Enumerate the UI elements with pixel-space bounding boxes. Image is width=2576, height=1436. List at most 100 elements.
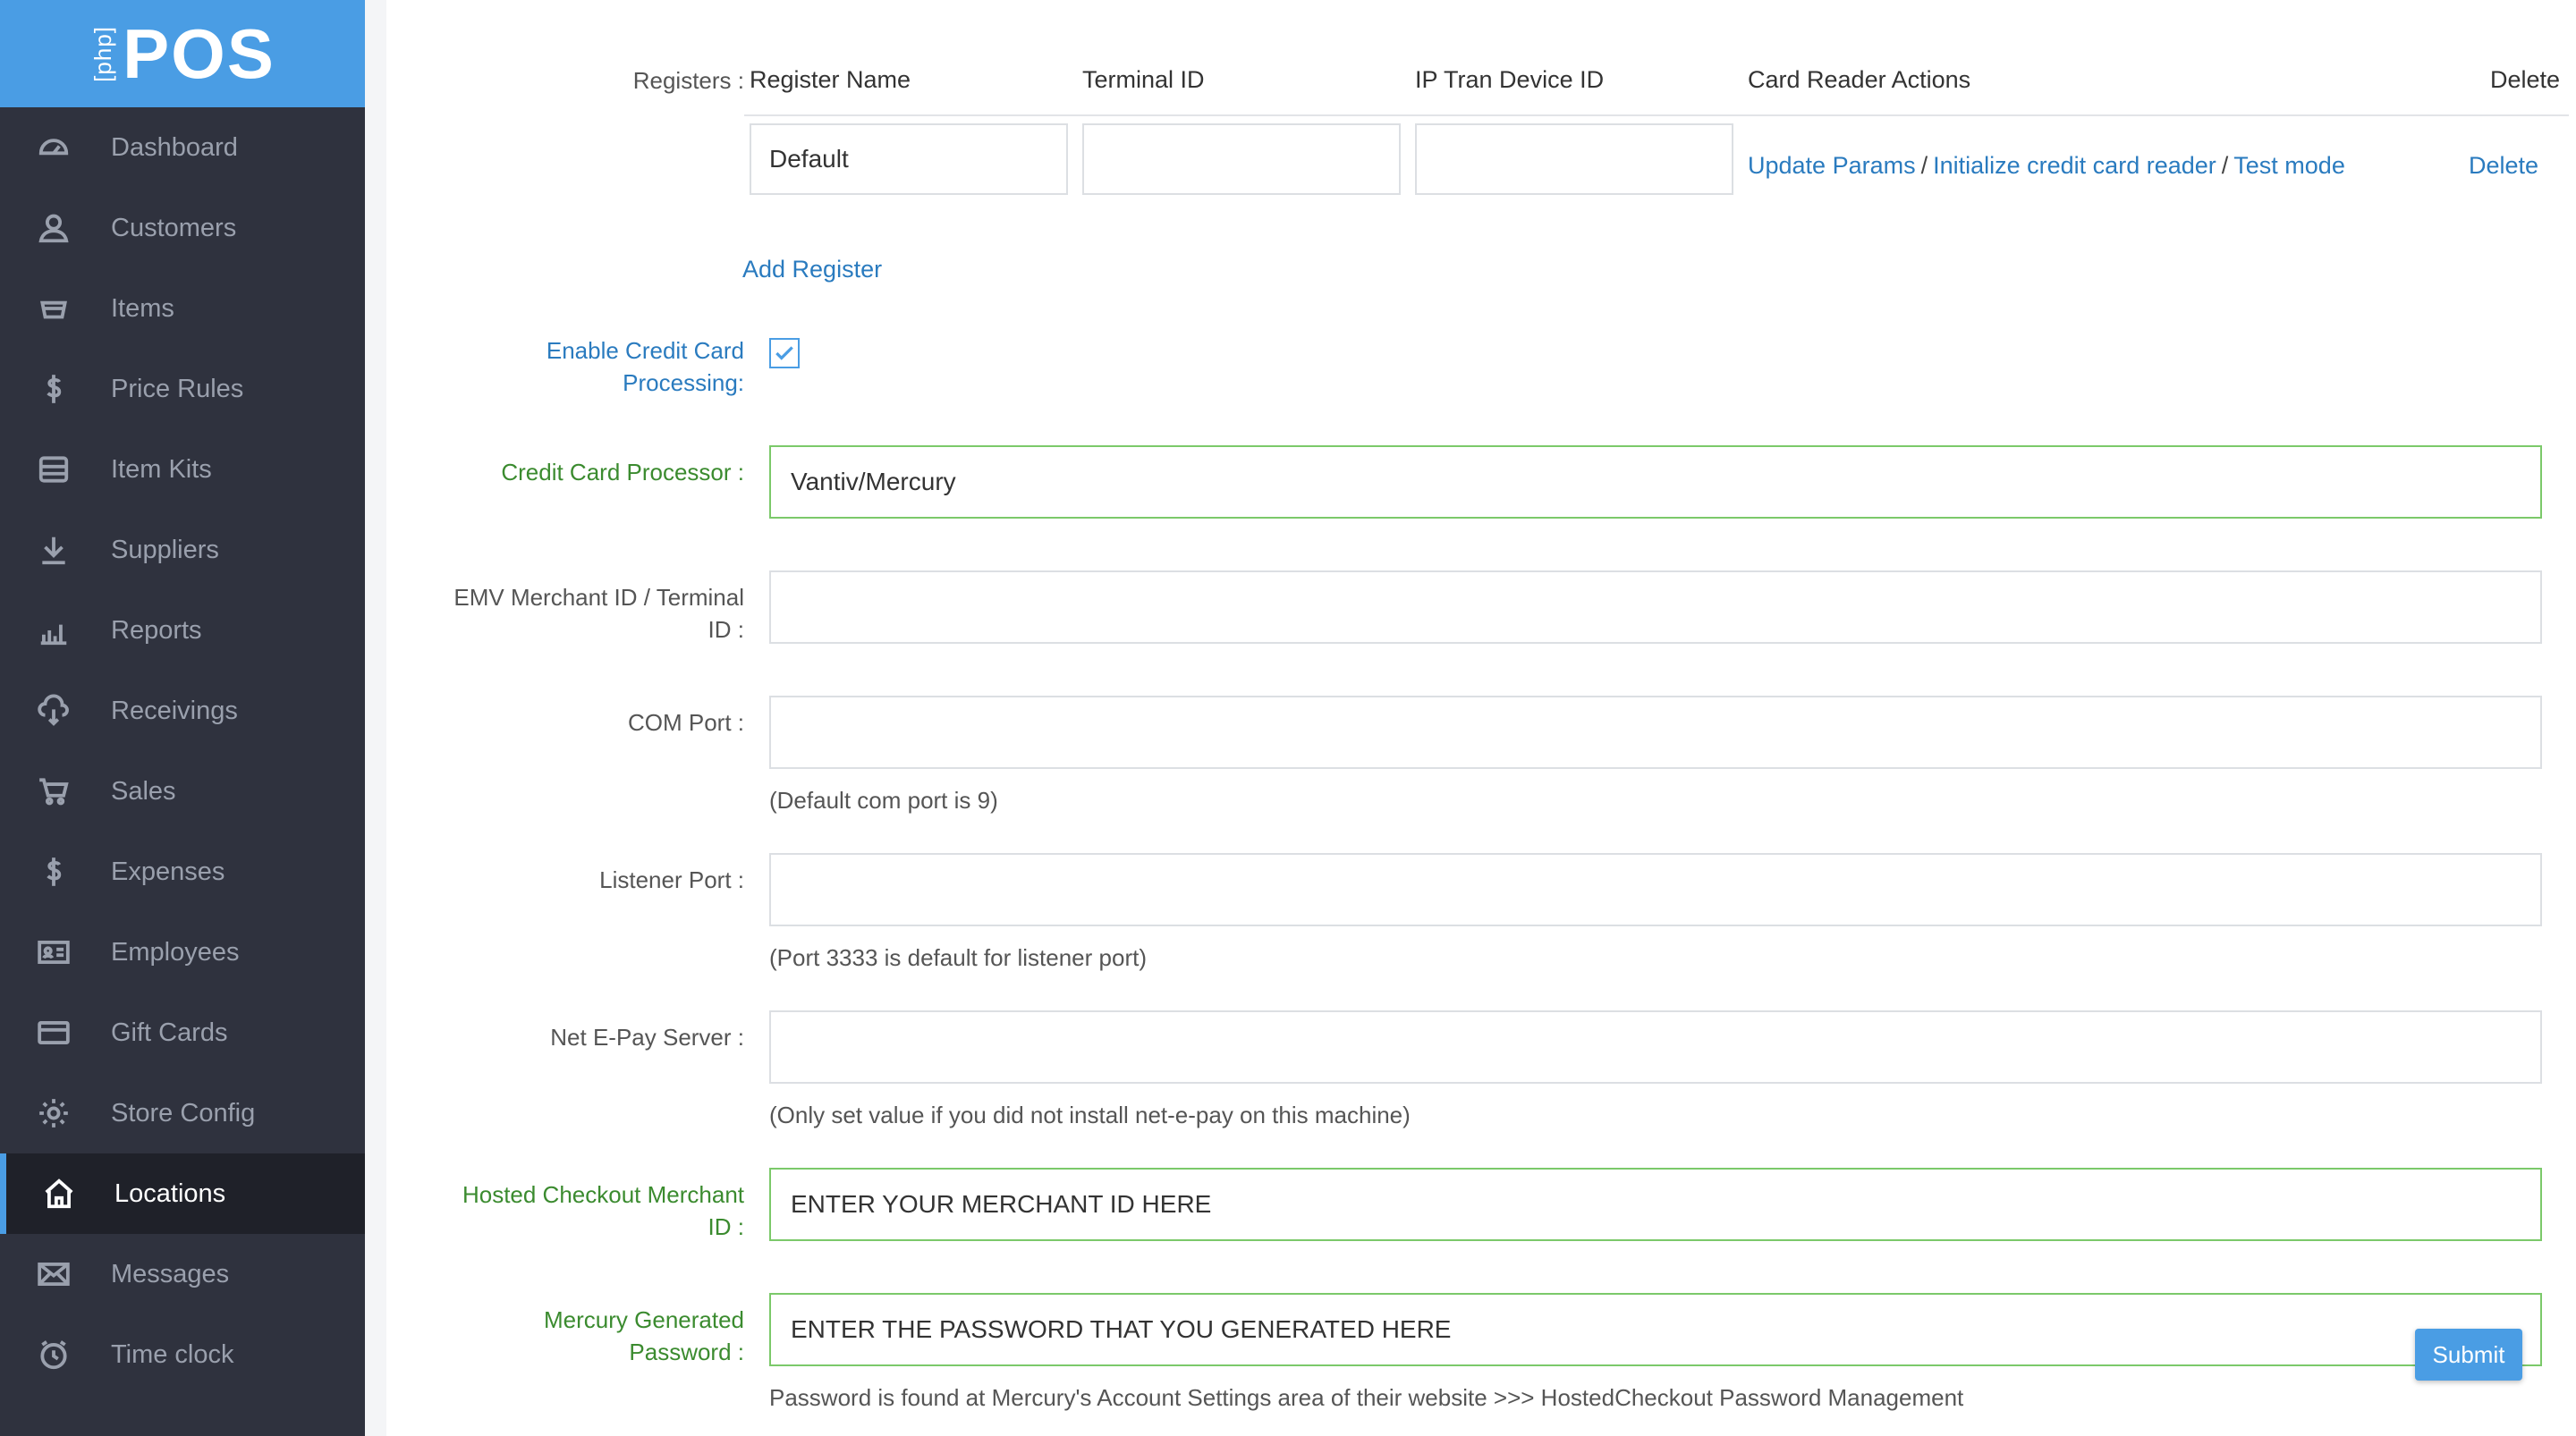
bar-chart-icon [34,611,73,650]
logo[interactable]: [php] POS [0,0,365,107]
sidebar-item-label: Item Kits [111,454,212,484]
sidebar-item-label: Items [111,293,174,323]
check-icon [775,346,793,360]
sidebar-item-label: Suppliers [111,535,219,564]
net-epay-label: Net E-Pay Server : [550,1024,744,1051]
sidebar-item-label: Employees [111,937,240,967]
clock-icon [34,1335,73,1374]
sidebar-item-reports[interactable]: Reports [0,590,365,671]
sidebar-item-price-rules[interactable]: Price Rules [0,349,365,429]
col-register-name: Register Name [750,66,911,93]
registers-label: Registers : [632,67,744,94]
mercury-password-input[interactable] [769,1293,2542,1366]
ip-tran-device-id-input[interactable] [1415,123,1733,195]
cloud-download-icon [34,691,73,731]
hosted-merchant-label: Hosted Checkout Merchant ID : [462,1178,744,1243]
enable-cc-label-line2: Processing: [623,369,744,396]
listener-port-input[interactable] [769,853,2542,926]
user-icon [34,208,73,248]
dollar-icon [34,852,73,891]
sidebar-item-dashboard[interactable]: Dashboard [0,107,365,188]
gear-icon [34,1094,73,1133]
emv-merchant-id-input[interactable] [769,570,2542,644]
sidebar-item-customers[interactable]: Customers [0,188,365,268]
logo-mark: [php] POS [89,13,275,95]
sidebar-item-messages[interactable]: Messages [0,1234,365,1314]
sidebar-nav: Dashboard Customers Items Price Rules It… [0,107,365,1395]
hosted-merchant-id-input[interactable] [769,1168,2542,1241]
sidebar-item-label: Store Config [111,1098,256,1128]
enable-cc-checkbox[interactable] [769,338,800,368]
logo-text: POS [123,13,275,93]
sidebar-item-label: Price Rules [111,374,244,403]
credit-card-icon [34,1013,73,1052]
sidebar-item-label: Customers [111,213,237,242]
sidebar-item-label: Sales [111,776,176,806]
submit-button[interactable]: Submit [2415,1329,2522,1381]
add-register-link[interactable]: Add Register [742,256,882,283]
sidebar-item-label: Messages [111,1259,230,1288]
initialize-card-reader-link[interactable]: Initialize credit card reader [1933,152,2216,179]
com-port-label: COM Port : [627,709,744,736]
app-window: [php] POS Dashboard Customers Items Pric… [0,0,2576,1436]
listener-port-label: Listener Port : [599,866,744,893]
card-reader-actions: Update Params / Initialize credit card rea… [1748,152,2345,180]
net-epay-hint: (Only set value if you did not install n… [769,1102,1411,1128]
mercury-password-label-line2: Password : [629,1339,744,1365]
dashboard-icon [34,128,73,167]
terminal-id-input[interactable] [1082,123,1401,195]
net-epay-input[interactable] [769,1010,2542,1084]
action-separator: / [1920,152,1928,179]
sidebar-item-label: Time clock [111,1339,234,1369]
com-port-input[interactable] [769,696,2542,769]
listener-port-hint: (Port 3333 is default for listener port) [769,944,1147,971]
sidebar-item-item-kits[interactable]: Item Kits [0,429,365,510]
hosted-merchant-label-line1: Hosted Checkout Merchant [462,1181,744,1208]
sidebar-item-expenses[interactable]: Expenses [0,832,365,912]
emv-label-line2: ID : [708,616,744,643]
sidebar-item-label: Expenses [111,857,225,886]
sidebar-item-label: Dashboard [111,132,238,162]
action-separator: / [2221,152,2229,179]
cart-icon [34,772,73,811]
location-settings-form: Registers : Register Name Terminal ID IP… [386,0,2576,1436]
box-icon [34,289,73,328]
sidebar: [php] POS Dashboard Customers Items Pric… [0,0,365,1436]
sidebar-item-label: Receivings [111,696,238,725]
hosted-merchant-label-line2: ID : [708,1213,744,1240]
mercury-password-hint: Password is found at Mercury's Account S… [769,1384,1964,1411]
sidebar-item-label: Locations [114,1178,226,1208]
kit-icon [34,450,73,489]
update-params-link[interactable]: Update Params [1748,152,1916,179]
col-ip-tran-device-id: IP Tran Device ID [1415,66,1605,93]
dollar-icon [34,369,73,409]
logo-prefix: [php] [89,25,117,82]
enable-cc-label: Enable Credit Card Processing: [547,334,744,399]
sidebar-item-gift-cards[interactable]: Gift Cards [0,993,365,1073]
sidebar-item-receivings[interactable]: Receivings [0,671,365,751]
register-name-input[interactable] [750,123,1068,195]
mercury-password-label-line1: Mercury Generated [544,1306,744,1333]
sidebar-item-label: Gift Cards [111,1018,228,1047]
processor-label: Credit Card Processor : [501,459,744,486]
processor-input[interactable] [769,445,2542,519]
col-delete: Delete [2489,66,2560,93]
sidebar-item-employees[interactable]: Employees [0,912,365,993]
sidebar-item-label: Reports [111,615,202,645]
envelope-icon [34,1254,73,1294]
test-mode-link[interactable]: Test mode [2233,152,2345,179]
sidebar-item-suppliers[interactable]: Suppliers [0,510,365,590]
sidebar-item-sales[interactable]: Sales [0,751,365,832]
mercury-password-label: Mercury Generated Password : [544,1304,744,1368]
sidebar-item-items[interactable]: Items [0,268,365,349]
emv-label: EMV Merchant ID / Terminal ID : [453,581,744,646]
sidebar-item-store-config[interactable]: Store Config [0,1073,365,1153]
home-icon [39,1174,79,1213]
download-icon [34,530,73,570]
delete-register-link[interactable]: Delete [2469,152,2538,180]
col-terminal-id: Terminal ID [1082,66,1205,93]
registers-header-divider [744,114,2569,116]
sidebar-item-time-clock[interactable]: Time clock [0,1314,365,1395]
sidebar-item-locations[interactable]: Locations [0,1153,365,1234]
com-port-hint: (Default com port is 9) [769,787,998,814]
